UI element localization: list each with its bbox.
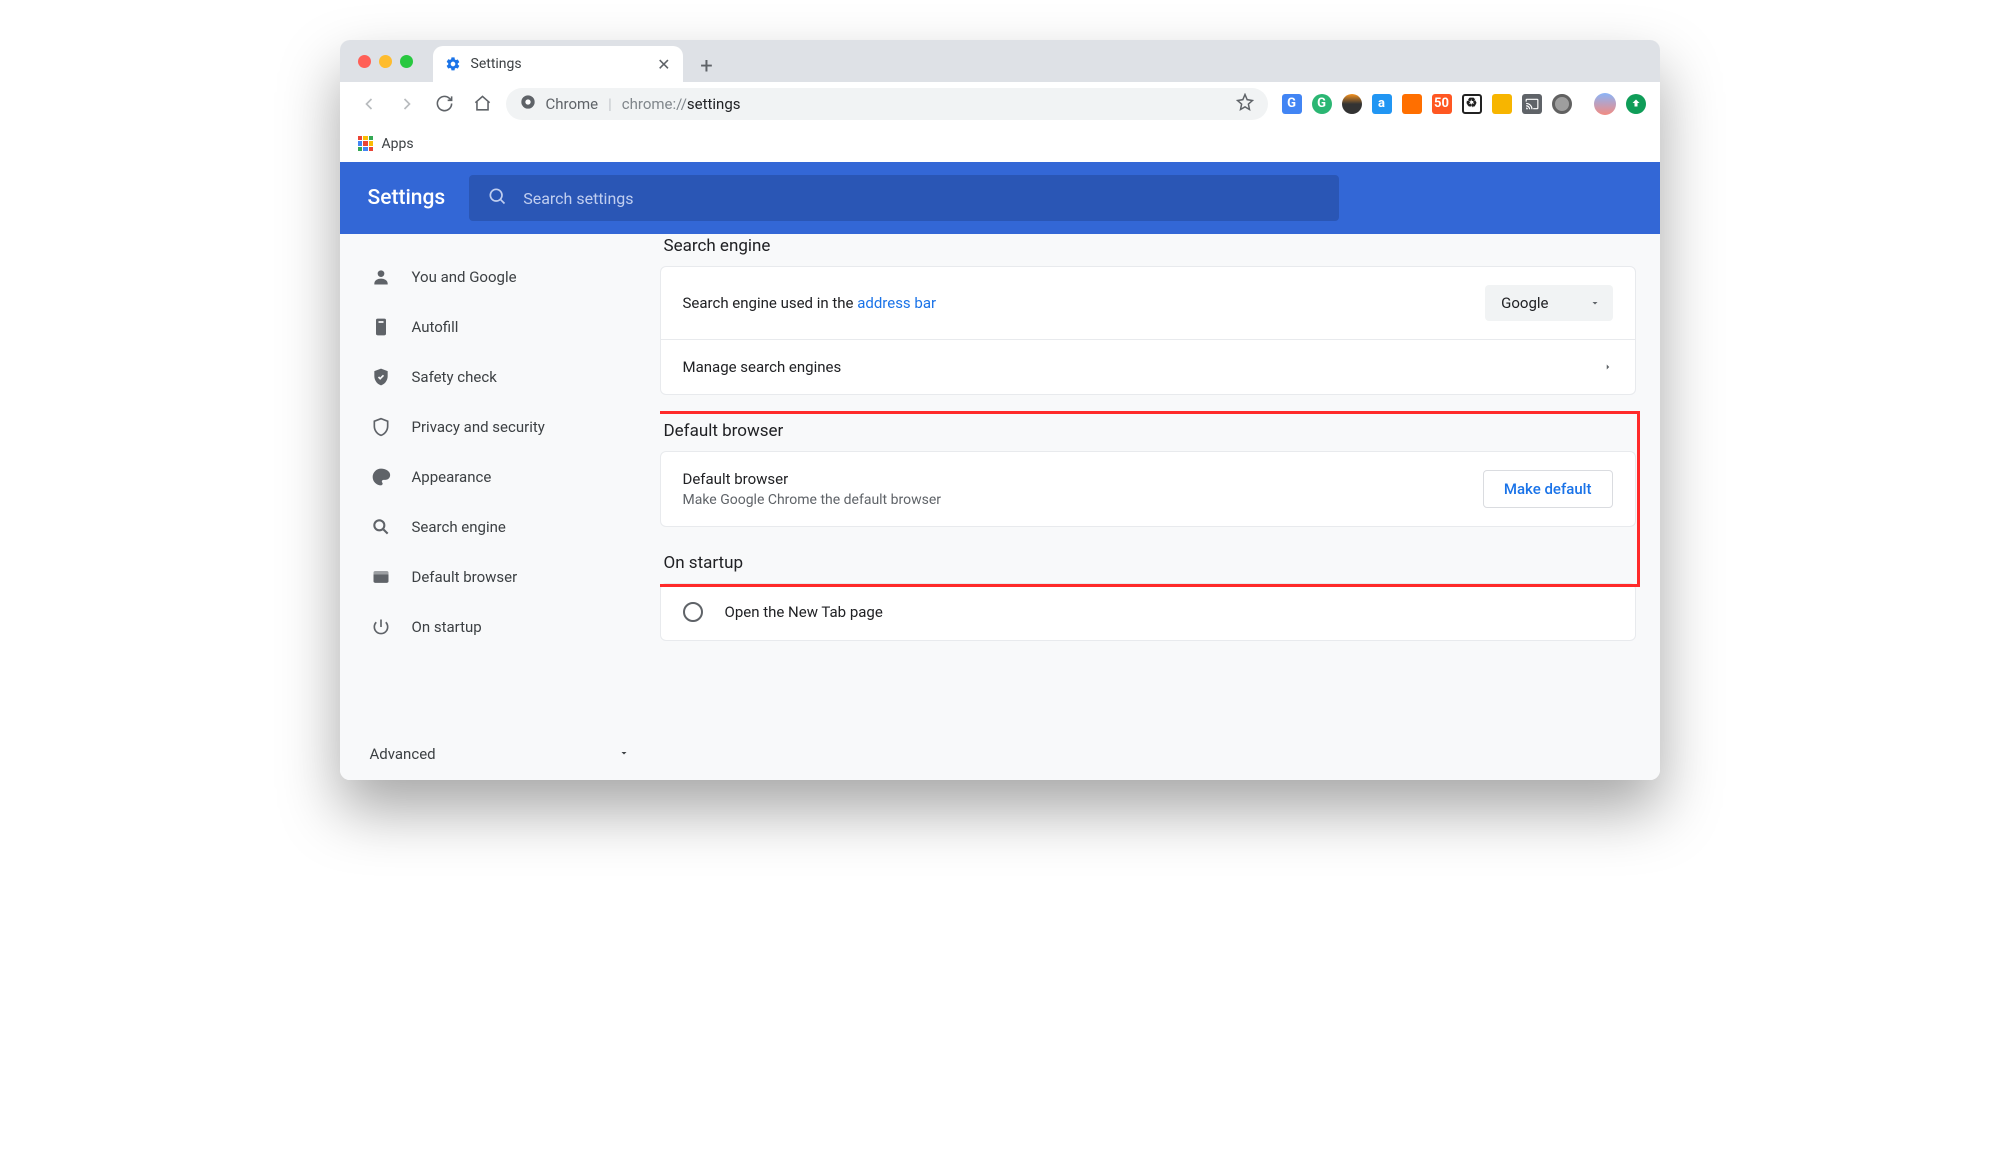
home-button[interactable] [468, 89, 498, 119]
startup-card: Open the New Tab page [660, 583, 1636, 641]
extension-similarweb-icon[interactable] [1342, 94, 1362, 114]
chevron-down-icon [1589, 297, 1601, 309]
apps-bookmark[interactable]: Apps [382, 136, 414, 152]
sidebar-item-privacy[interactable]: Privacy and security [340, 402, 660, 452]
browser-window: Settings ✕ + Chrome | chrome://settings … [340, 40, 1660, 780]
extensions-row: G G a 50 ♻ [1282, 93, 1646, 115]
bookmarks-bar: Apps [340, 126, 1660, 162]
section-title-default-browser: Default browser [660, 421, 1636, 451]
sidebar-item-search-engine[interactable]: Search engine [340, 502, 660, 552]
back-button[interactable] [354, 89, 384, 119]
radio-icon[interactable] [683, 602, 703, 622]
sidebar-item-default-browser[interactable]: Default browser [340, 552, 660, 602]
extension-grammarly-icon[interactable]: G [1312, 94, 1332, 114]
new-tab-button[interactable]: + [691, 50, 723, 82]
reload-button[interactable] [430, 89, 460, 119]
palette-icon [370, 466, 392, 488]
settings-search-input[interactable] [521, 188, 1321, 209]
person-icon [370, 266, 392, 288]
settings-header: Settings [340, 162, 1660, 234]
address-bar[interactable]: Chrome | chrome://settings [506, 88, 1268, 120]
chrome-icon [520, 94, 536, 114]
browser-toolbar: Chrome | chrome://settings G G a 50 ♻ [340, 82, 1660, 126]
settings-main: Search engine Search engine used in the … [660, 234, 1660, 780]
browser-tab-settings[interactable]: Settings ✕ [433, 46, 683, 82]
close-window-button[interactable] [358, 55, 371, 68]
extension-analytics-icon[interactable] [1402, 94, 1422, 114]
search-icon [370, 516, 392, 538]
search-icon [487, 186, 507, 210]
search-engine-select[interactable]: Google [1485, 285, 1612, 321]
extension-seo-icon[interactable]: 50 [1432, 94, 1452, 114]
close-tab-icon[interactable]: ✕ [657, 55, 670, 74]
bookmark-star-icon[interactable] [1236, 93, 1254, 115]
extension-bookmark-icon[interactable] [1492, 94, 1512, 114]
search-engine-card: Search engine used in the address bar Go… [660, 266, 1636, 395]
forward-button[interactable] [392, 89, 422, 119]
search-engine-row: Search engine used in the address bar Go… [661, 267, 1635, 340]
gear-icon [445, 56, 461, 72]
page-title: Settings [368, 186, 446, 210]
profile-avatar[interactable] [1594, 93, 1616, 115]
extension-ahrefs-icon[interactable]: a [1372, 94, 1392, 114]
maximize-window-button[interactable] [400, 55, 413, 68]
apps-grid-icon[interactable] [358, 136, 374, 152]
address-bar-link[interactable]: address bar [857, 294, 936, 312]
update-available-icon[interactable] [1626, 94, 1646, 114]
sidebar-item-appearance[interactable]: Appearance [340, 452, 660, 502]
sidebar-item-on-startup[interactable]: On startup [340, 602, 660, 652]
section-title-search-engine: Search engine [660, 236, 1636, 266]
traffic-lights [358, 55, 413, 68]
settings-sidebar: You and Google Autofill Safety check Pri… [340, 234, 660, 780]
make-default-button[interactable]: Make default [1483, 470, 1613, 508]
minimize-window-button[interactable] [379, 55, 392, 68]
settings-search[interactable] [469, 175, 1339, 221]
sidebar-item-safety-check[interactable]: Safety check [340, 352, 660, 402]
tab-title: Settings [471, 56, 522, 72]
content-area: You and Google Autofill Safety check Pri… [340, 234, 1660, 780]
extension-recycle-icon[interactable]: ♻ [1462, 94, 1482, 114]
default-browser-row: Default browser Make Google Chrome the d… [661, 452, 1635, 526]
chevron-down-icon [618, 745, 630, 763]
default-browser-card: Default browser Make Google Chrome the d… [660, 451, 1636, 527]
section-title-on-startup: On startup [660, 553, 1636, 583]
extension-circle-icon[interactable] [1552, 94, 1572, 114]
shield-icon [370, 416, 392, 438]
extension-cast-icon[interactable] [1522, 94, 1542, 114]
sidebar-item-autofill[interactable]: Autofill [340, 302, 660, 352]
chevron-right-icon [1603, 361, 1613, 373]
browser-icon [370, 566, 392, 588]
clipboard-icon [370, 316, 392, 338]
startup-option-new-tab[interactable]: Open the New Tab page [661, 584, 1635, 640]
manage-search-engines-row[interactable]: Manage search engines [661, 340, 1635, 394]
shield-check-icon [370, 366, 392, 388]
extension-translate-icon[interactable]: G [1282, 94, 1302, 114]
sidebar-advanced[interactable]: Advanced [340, 728, 660, 780]
tab-strip: Settings ✕ + [340, 40, 1660, 82]
omnibox-origin: Chrome [546, 95, 599, 113]
power-icon [370, 616, 392, 638]
sidebar-item-you-and-google[interactable]: You and Google [340, 252, 660, 302]
